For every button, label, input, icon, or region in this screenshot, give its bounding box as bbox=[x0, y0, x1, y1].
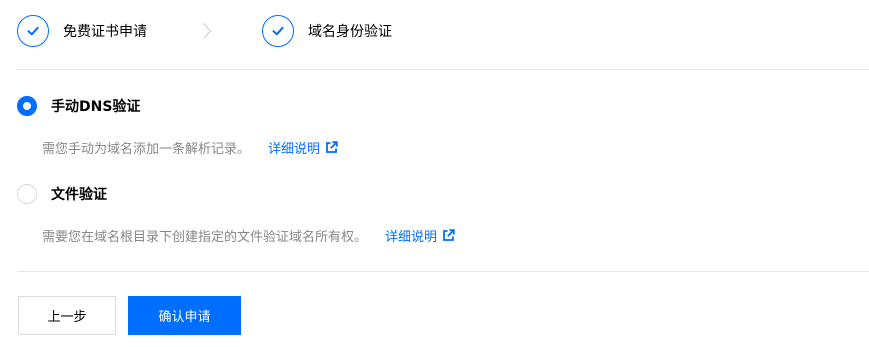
details-link[interactable]: 详细说明 bbox=[268, 138, 338, 157]
option-title: 手动DNS验证 bbox=[51, 99, 141, 115]
details-link[interactable]: 详细说明 bbox=[385, 226, 455, 245]
step-free-cert-apply: 免费证书申请 bbox=[17, 15, 147, 47]
description-text: 需您手动为域名添加一条解析记录。 bbox=[42, 142, 251, 157]
step-domain-verify: 域名身份验证 bbox=[262, 15, 392, 47]
option-description: 需要您在域名根目录下创建指定的文件验证域名所有权。 详细说明 bbox=[42, 226, 455, 245]
check-icon bbox=[27, 26, 39, 36]
link-label[interactable]: 详细说明 bbox=[268, 138, 320, 157]
steps-bar: 免费证书申请 域名身份验证 bbox=[17, 13, 392, 49]
ssl-apply-page: 免费证书申请 域名身份验证 手动DNS验证 需您手动为域名添加一条解析记录。 详… bbox=[0, 0, 869, 347]
option-dns-verify[interactable]: 手动DNS验证 bbox=[17, 96, 140, 116]
step-done-circle bbox=[262, 15, 294, 47]
chevron-right-icon bbox=[199, 23, 215, 39]
confirm-apply-button[interactable]: 确认申请 bbox=[128, 296, 241, 335]
step-label: 免费证书申请 bbox=[63, 24, 147, 40]
step-label: 域名身份验证 bbox=[308, 24, 392, 40]
external-link-icon[interactable] bbox=[442, 229, 455, 242]
divider bbox=[17, 69, 869, 70]
option-file-verify[interactable]: 文件验证 bbox=[17, 184, 107, 204]
divider bbox=[17, 271, 869, 272]
step-done-circle bbox=[17, 15, 49, 47]
prev-step-button[interactable]: 上一步 bbox=[18, 296, 116, 335]
radio-file[interactable] bbox=[17, 184, 37, 204]
option-description: 需您手动为域名添加一条解析记录。 详细说明 bbox=[42, 138, 338, 157]
external-link-icon[interactable] bbox=[325, 141, 338, 154]
check-icon bbox=[272, 26, 284, 36]
link-label[interactable]: 详细说明 bbox=[385, 226, 437, 245]
option-title: 文件验证 bbox=[51, 187, 107, 203]
radio-dns[interactable] bbox=[17, 96, 37, 116]
description-text: 需要您在域名根目录下创建指定的文件验证域名所有权。 bbox=[42, 230, 368, 245]
